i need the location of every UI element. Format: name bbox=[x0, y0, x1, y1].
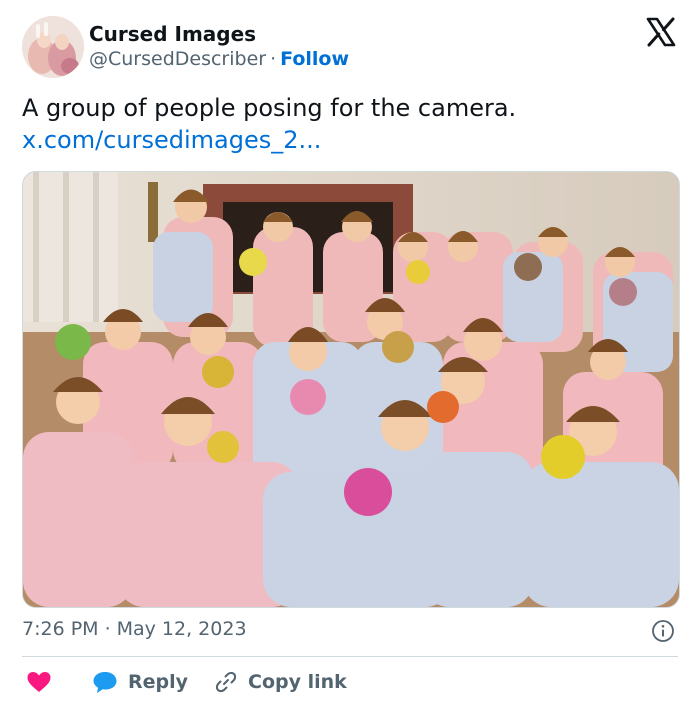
tweet-text: A group of people posing for the camera. bbox=[22, 94, 517, 122]
tweet-card: Cursed Images @CursedDescriber · Follow A … bbox=[0, 0, 700, 709]
tweet-actions: Reply Copy link bbox=[22, 665, 678, 699]
author-name[interactable]: Cursed Images bbox=[89, 22, 256, 46]
tweet-date: May 12, 2023 bbox=[116, 618, 247, 640]
x-logo-icon[interactable] bbox=[645, 16, 677, 48]
separator-dot: · bbox=[270, 48, 277, 70]
author-handle[interactable]: @CursedDescriber bbox=[89, 48, 266, 70]
tweet-time: 7:26 PM bbox=[22, 618, 99, 640]
author-avatar[interactable] bbox=[22, 16, 84, 78]
tweet-timestamp[interactable]: 7:26 PM · May 12, 2023 bbox=[22, 618, 247, 640]
reply-button[interactable]: Reply bbox=[92, 665, 188, 699]
avatar-image bbox=[22, 16, 84, 78]
copy-link-button[interactable]: Copy link bbox=[214, 665, 347, 699]
author-handle-row: @CursedDescriber · Follow bbox=[89, 48, 349, 70]
tweet-link[interactable]: x.com/cursedimages_2... bbox=[22, 124, 321, 156]
tweet-photo[interactable] bbox=[22, 171, 680, 608]
reply-label: Reply bbox=[128, 671, 189, 693]
group-photo-image bbox=[23, 172, 679, 607]
like-button[interactable] bbox=[26, 665, 52, 699]
heart-icon bbox=[27, 672, 51, 692]
divider bbox=[22, 656, 678, 657]
follow-button[interactable]: Follow bbox=[280, 48, 349, 70]
copy-link-label: Copy link bbox=[248, 671, 347, 693]
reply-bubble-icon bbox=[93, 672, 117, 693]
timestamp-separator: · bbox=[104, 618, 111, 640]
info-icon[interactable] bbox=[651, 619, 675, 643]
link-icon bbox=[215, 671, 237, 693]
